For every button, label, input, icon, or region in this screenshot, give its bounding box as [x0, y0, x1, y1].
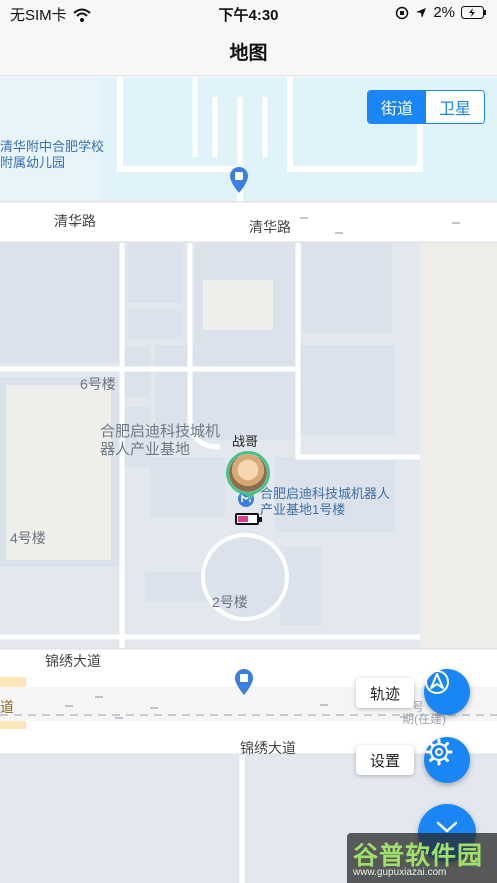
battery-percent: 2%: [433, 4, 455, 21]
nav-bar: 地图: [0, 26, 497, 76]
navigate-arrow-icon: [425, 670, 449, 694]
qinghua-road-label-right: 清华路: [249, 219, 291, 235]
battery-level-fill: [238, 516, 248, 522]
watermark: 谷普软件园 www.gupuxiazai.com: [347, 833, 497, 883]
building-6-label: 6号楼: [80, 376, 116, 392]
status-bar: 无SIM卡 下午4:30 2%: [0, 0, 497, 26]
battery-charging-icon: [461, 6, 486, 19]
settings-fab[interactable]: [424, 737, 470, 783]
building-2-label: 2号楼: [212, 594, 248, 610]
user-name-label: 战哥: [232, 434, 259, 449]
navigate-button[interactable]: [424, 669, 470, 715]
qinghua-road-label-left: 清华路: [54, 213, 96, 229]
building-4-label: 4号楼: [10, 530, 46, 546]
kindergarten-label: 清华附中合肥学校附属幼儿园: [0, 139, 105, 170]
page-title: 地图: [229, 43, 268, 64]
orientation-lock-icon: [396, 6, 409, 19]
poi-marker-icon: [235, 669, 253, 695]
park-label: 合肥启迪科技城机器人产业基地: [100, 423, 221, 458]
status-right: 2%: [395, 4, 487, 21]
map-mode-toggle: 街道 卫星: [367, 90, 485, 124]
jinxiu-road-label-upper: 锦绣大道: [45, 653, 101, 669]
avatar-pointer: [244, 492, 256, 500]
settings-button[interactable]: 设置: [356, 745, 415, 775]
watermark-url: www.gupuxiazai.com: [353, 867, 447, 878]
map-view[interactable]: 清华附中合肥学校附属幼儿园 清华路 清华路 6号楼 合肥启迪科技城机器人产业基地…: [0, 77, 497, 883]
satellite-mode-button[interactable]: 卫星: [426, 91, 484, 123]
avatar-image: [229, 454, 267, 492]
location-arrow-icon: [416, 7, 427, 18]
street-mode-button[interactable]: 街道: [368, 91, 426, 123]
track-button[interactable]: 轨迹: [356, 678, 415, 708]
building-1-label: 合肥启迪科技城机器人产业基地1号楼: [260, 486, 391, 517]
jinxiu-road-label-lower: 锦绣大道: [240, 740, 296, 756]
expand-chevron-icon: [436, 821, 458, 833]
user-avatar[interactable]: [226, 451, 270, 495]
partial-road-label: 道: [0, 699, 14, 715]
settings-gear-icon: [425, 738, 453, 766]
poi-marker-icon: [230, 167, 248, 193]
device-battery-icon: [235, 513, 262, 525]
